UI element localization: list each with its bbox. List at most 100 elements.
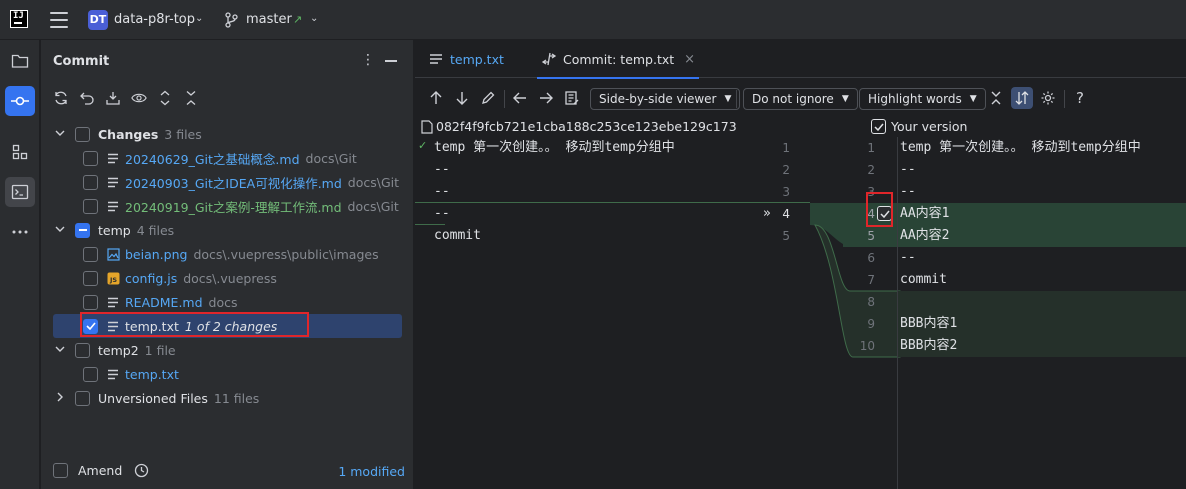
collapse-all-icon[interactable] — [183, 90, 199, 106]
project-name[interactable]: data-p8r-top — [114, 12, 195, 27]
group-checkbox[interactable] — [75, 222, 90, 238]
group-checkbox[interactable] — [75, 342, 90, 358]
chevron-down-icon[interactable] — [53, 129, 67, 140]
rollback-icon[interactable] — [79, 90, 95, 106]
group-checkbox[interactable] — [75, 126, 90, 142]
tab-temp-txt[interactable]: temp.txt — [429, 40, 504, 78]
tree-group-temp2[interactable]: temp2 1 file — [53, 338, 402, 362]
title-bar: IJ DT data-p8r-top ⌄ master ↗ ⌄ — [0, 0, 1186, 40]
chevron-down-icon[interactable] — [53, 345, 67, 356]
collapse-unchanged-icon[interactable] — [988, 90, 1004, 106]
structure-icon[interactable] — [5, 137, 35, 167]
right-code-line: commit — [900, 272, 947, 287]
left-code-line: temp 第一次创建。。 移动到temp分组中 — [434, 140, 675, 155]
right-code-line: -- — [900, 250, 916, 265]
left-revision-hash: 082f4f9fcb721e1cba188c253ce123ebe129c173 — [436, 119, 737, 134]
viewer-mode-dropdown[interactable]: Side-by-side viewer ▼ — [590, 88, 741, 110]
amend-checkbox[interactable] — [53, 463, 68, 478]
chevron-down-icon: ▼ — [969, 94, 977, 104]
file-checkbox[interactable] — [83, 174, 98, 190]
chevron-down-icon: ▼ — [841, 94, 849, 104]
app-logo-icon[interactable]: IJ — [10, 10, 28, 28]
group-label: Changes — [98, 126, 159, 142]
more-tools-icon[interactable] — [5, 217, 35, 247]
edit-pencil-icon[interactable] — [480, 90, 496, 106]
tab-commit-temp-txt[interactable]: Commit: temp.txt × — [537, 40, 700, 79]
file-name: temp.txt — [125, 366, 179, 382]
tree-file-row[interactable]: 20240903_Git之IDEA可视化操作.md docs\Git — [53, 170, 402, 194]
file-checkbox[interactable] — [83, 246, 98, 262]
tree-file-row[interactable]: README.md docs — [53, 290, 402, 314]
tab-label: temp.txt — [450, 51, 504, 67]
help-icon[interactable]: ? — [1072, 89, 1088, 107]
branch-icon — [225, 12, 238, 28]
show-diff-eye-icon[interactable] — [131, 90, 147, 106]
group-checkbox[interactable] — [75, 390, 90, 406]
settings-gear-icon[interactable] — [1040, 90, 1056, 106]
history-clock-icon[interactable] — [134, 463, 149, 478]
file-checkbox[interactable] — [83, 294, 98, 310]
open-in-editor-icon[interactable] — [564, 90, 580, 106]
tree-file-row[interactable]: beian.png docs\.vuepress\public\images — [53, 242, 402, 266]
tool-window-strip — [0, 40, 40, 489]
tab-close-icon[interactable]: × — [684, 52, 695, 67]
ignore-mode-dropdown[interactable]: Do not ignore ▼ — [743, 88, 858, 110]
forward-arrow-icon[interactable] — [538, 90, 554, 106]
next-difference-icon[interactable] — [454, 90, 470, 106]
project-badge[interactable]: DT — [88, 10, 108, 30]
refresh-icon[interactable] — [53, 90, 69, 106]
highlight-annotation — [80, 312, 309, 337]
text-file-icon — [106, 295, 120, 309]
panel-title: Commit — [53, 54, 110, 69]
terminal-icon[interactable] — [5, 177, 35, 207]
back-arrow-icon[interactable] — [512, 90, 528, 106]
tree-file-row[interactable]: 20240629_Git之基础概念.md docs\Git — [53, 146, 402, 170]
your-version-checkbox[interactable] — [871, 119, 886, 134]
file-checkbox[interactable] — [83, 150, 98, 166]
main-menu-icon[interactable] — [50, 12, 68, 28]
right-code-line: -- — [900, 184, 916, 199]
tree-group-temp[interactable]: temp 4 files — [53, 218, 402, 242]
group-label: temp — [98, 222, 131, 238]
modified-count-link[interactable]: 1 modified — [338, 464, 405, 479]
toolbar-separator — [1064, 90, 1065, 108]
file-name: 20240903_Git之IDEA可视化操作.md — [125, 175, 342, 191]
highlight-mode-dropdown[interactable]: Highlight words ▼ — [859, 88, 986, 110]
project-folder-icon[interactable] — [5, 46, 35, 76]
tree-file-row[interactable]: JS config.js docs\.vuepress — [53, 266, 402, 290]
file-checkbox[interactable] — [83, 198, 98, 214]
commit-icon[interactable] — [5, 86, 35, 116]
file-name: config.js — [125, 270, 178, 286]
diff-header-row: 082f4f9fcb721e1cba188c253ce123ebe129c173… — [415, 118, 1186, 136]
tree-file-row[interactable]: 20240919_Git之案例-理解工作流.md docs\Git — [53, 194, 402, 218]
file-checkbox[interactable] — [83, 270, 98, 286]
shelve-icon[interactable] — [105, 90, 121, 106]
options-kebab-icon[interactable]: ⋮ — [361, 52, 375, 68]
file-checkbox[interactable] — [83, 366, 98, 382]
editor-tabs: temp.txt Commit: temp.txt × — [415, 40, 1186, 79]
minimize-icon[interactable] — [385, 60, 397, 62]
left-editor[interactable]: temp 第一次创建。。 移动到temp分组中 -- -- -- commit ✓ — [415, 137, 755, 489]
amend-option[interactable]: Amend — [53, 463, 149, 478]
text-file-icon — [430, 54, 442, 64]
right-code-line: -- — [900, 162, 916, 177]
previous-difference-icon[interactable] — [428, 90, 444, 106]
right-editor[interactable]: temp 第一次创建。。 移动到temp分组中 -- -- AA内容1 AA内容2 -- c… — [897, 137, 1186, 489]
tree-group-unversioned-files[interactable]: Unversioned Files 11 files — [53, 386, 402, 410]
chevron-right-icon[interactable] — [53, 392, 67, 405]
toolbar-separator — [504, 90, 505, 108]
project-chevron-down-icon[interactable]: ⌄ — [195, 13, 203, 24]
tree-group-changes[interactable]: Changes 3 files — [53, 122, 402, 146]
branch-name[interactable]: master — [246, 12, 292, 27]
expand-all-icon[interactable] — [157, 90, 173, 106]
ignore-mode-value: Do not ignore — [752, 92, 834, 106]
tree-file-row[interactable]: temp.txt — [53, 362, 402, 386]
sync-scroll-icon[interactable] — [1011, 87, 1033, 109]
chevron-down-icon[interactable] — [53, 225, 67, 236]
left-code-line: -- — [434, 206, 450, 221]
branch-chevron-down-icon[interactable]: ⌄ — [310, 13, 318, 24]
commit-panel: Commit ⋮ Changes 3 files 20240629_Git之基础概念… — [41, 40, 414, 489]
group-count: 1 file — [144, 342, 176, 358]
left-code-line: -- — [434, 184, 450, 199]
right-line-number: 10 — [859, 339, 875, 353]
